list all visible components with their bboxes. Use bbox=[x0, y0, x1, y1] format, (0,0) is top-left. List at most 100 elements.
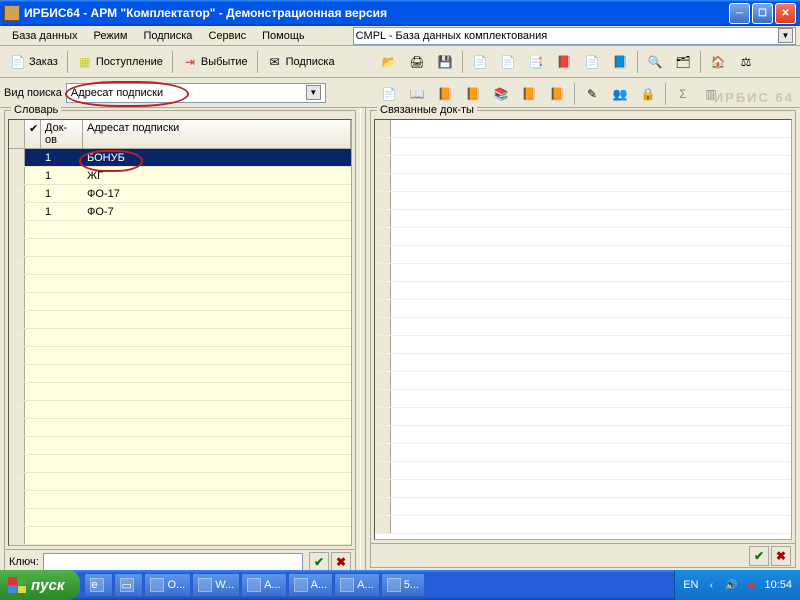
tool-edit[interactable]: ✎ bbox=[579, 82, 605, 106]
tool-balance[interactable]: ⚖ bbox=[733, 50, 759, 74]
table-row-empty[interactable] bbox=[9, 311, 351, 329]
table-row-empty[interactable] bbox=[375, 354, 791, 372]
dictionary-grid[interactable]: ✔ Док-ов Адресат подписки 1БОНУБ1ЖГ1ФО-1… bbox=[8, 119, 352, 546]
tool-view[interactable]: 🔍 bbox=[642, 50, 668, 74]
table-row-empty[interactable] bbox=[375, 210, 791, 228]
grid-body[interactable]: 1БОНУБ1ЖГ1ФО-171ФО-7 bbox=[9, 149, 351, 545]
key-input[interactable] bbox=[43, 553, 303, 571]
taskbar-app[interactable]: 5... bbox=[381, 573, 425, 597]
table-row-empty[interactable] bbox=[375, 156, 791, 174]
database-selector[interactable]: CMPL - База данных комплектования ▼ bbox=[353, 27, 796, 45]
table-row[interactable]: 1ФО-17 bbox=[9, 185, 351, 203]
tool-card[interactable]: 🗂 bbox=[670, 50, 696, 74]
right-accept-button[interactable]: ✔ bbox=[749, 546, 769, 566]
table-row-empty[interactable] bbox=[9, 419, 351, 437]
table-row-empty[interactable] bbox=[375, 318, 791, 336]
table-row-empty[interactable] bbox=[375, 192, 791, 210]
tray-shield-icon[interactable]: ◆ bbox=[744, 578, 758, 592]
tool-lock[interactable]: 🔒 bbox=[635, 82, 661, 106]
tool-sum[interactable]: Σ bbox=[670, 82, 696, 106]
menu-subscription[interactable]: Подписка bbox=[135, 28, 200, 44]
table-row-empty[interactable] bbox=[9, 473, 351, 491]
col-count[interactable]: Док-ов bbox=[41, 120, 83, 148]
tool-save[interactable]: 💾 bbox=[432, 50, 458, 74]
table-row-empty[interactable] bbox=[375, 174, 791, 192]
table-row-empty[interactable] bbox=[375, 408, 791, 426]
tool-print[interactable]: 🖨 bbox=[404, 50, 430, 74]
taskbar-app[interactable]: А... bbox=[241, 573, 287, 597]
col-name[interactable]: Адресат подписки bbox=[83, 120, 351, 148]
table-row-empty[interactable] bbox=[9, 527, 351, 545]
table-row-empty[interactable] bbox=[9, 221, 351, 239]
table-row-empty[interactable] bbox=[375, 282, 791, 300]
nav-b3[interactable]: 📚 bbox=[488, 82, 514, 106]
table-row-empty[interactable] bbox=[375, 516, 791, 534]
tab-arrival[interactable]: ▦ Поступление bbox=[72, 50, 168, 74]
table-row-empty[interactable] bbox=[375, 480, 791, 498]
minimize-button[interactable]: ─ bbox=[729, 3, 750, 24]
menu-database[interactable]: База данных bbox=[4, 28, 86, 44]
tool-doc4[interactable]: 📄 bbox=[579, 50, 605, 74]
table-row-empty[interactable] bbox=[375, 444, 791, 462]
tray-volume-icon[interactable]: 🔊 bbox=[724, 578, 738, 592]
tool-doc2[interactable]: 📄 bbox=[495, 50, 521, 74]
clock[interactable]: 10:54 bbox=[764, 579, 792, 591]
tool-home[interactable]: 🏠 bbox=[705, 50, 731, 74]
taskbar-app[interactable]: О... bbox=[144, 573, 191, 597]
table-row-empty[interactable] bbox=[9, 347, 351, 365]
table-row-empty[interactable] bbox=[9, 275, 351, 293]
key-cancel-button[interactable]: ✖ bbox=[331, 552, 351, 572]
table-row[interactable]: 1ФО-7 bbox=[9, 203, 351, 221]
table-row-empty[interactable] bbox=[9, 455, 351, 473]
related-docs-grid[interactable] bbox=[374, 119, 792, 540]
table-row-empty[interactable] bbox=[375, 462, 791, 480]
dropdown-icon[interactable]: ▼ bbox=[778, 28, 793, 43]
grid-body[interactable] bbox=[375, 120, 791, 539]
nav-b1[interactable]: 📙 bbox=[432, 82, 458, 106]
tool-users[interactable]: 👥 bbox=[607, 82, 633, 106]
table-row-empty[interactable] bbox=[9, 329, 351, 347]
table-row-empty[interactable] bbox=[375, 138, 791, 156]
table-row-empty[interactable] bbox=[9, 401, 351, 419]
table-row[interactable]: 1ЖГ bbox=[9, 167, 351, 185]
table-row-empty[interactable] bbox=[9, 437, 351, 455]
menu-mode[interactable]: Режим bbox=[86, 28, 136, 44]
tool-doc5[interactable]: 📘 bbox=[607, 50, 633, 74]
maximize-button[interactable]: ☐ bbox=[752, 3, 773, 24]
search-type-combo[interactable]: Адресат подписки ▼ bbox=[66, 83, 326, 103]
table-row-empty[interactable] bbox=[375, 120, 791, 138]
dropdown-icon[interactable]: ▼ bbox=[306, 85, 321, 100]
table-row-empty[interactable] bbox=[375, 246, 791, 264]
tool-chart[interactable]: ▥ bbox=[698, 82, 724, 106]
table-row-empty[interactable] bbox=[9, 239, 351, 257]
table-row[interactable]: 1БОНУБ bbox=[9, 149, 351, 167]
tool-open[interactable]: 📂 bbox=[376, 50, 402, 74]
close-button[interactable]: ✕ bbox=[775, 3, 796, 24]
table-row-empty[interactable] bbox=[375, 372, 791, 390]
tool-copy[interactable]: 📑 bbox=[523, 50, 549, 74]
table-row-empty[interactable] bbox=[375, 336, 791, 354]
tab-order[interactable]: 📄 Заказ bbox=[5, 50, 63, 74]
language-indicator[interactable]: EN bbox=[683, 579, 698, 591]
tab-subscription[interactable]: ✉ Подписка bbox=[262, 50, 340, 74]
table-row-empty[interactable] bbox=[375, 498, 791, 516]
tool-doc3[interactable]: 📕 bbox=[551, 50, 577, 74]
taskbar-app[interactable]: А... bbox=[334, 573, 380, 597]
quick-launch-desktop[interactable]: ▭ bbox=[114, 573, 143, 597]
table-row-empty[interactable] bbox=[9, 509, 351, 527]
tray-chevron-icon[interactable]: ‹ bbox=[704, 578, 718, 592]
menu-help[interactable]: Помощь bbox=[254, 28, 313, 44]
tool-doc1[interactable]: 📄 bbox=[467, 50, 493, 74]
nav-b2[interactable]: 📙 bbox=[460, 82, 486, 106]
nav-b4[interactable]: 📙 bbox=[516, 82, 542, 106]
right-cancel-button[interactable]: ✖ bbox=[771, 546, 791, 566]
table-row-empty[interactable] bbox=[375, 228, 791, 246]
table-row-empty[interactable] bbox=[375, 300, 791, 318]
nav-prev[interactable]: 📖 bbox=[404, 82, 430, 106]
table-row-empty[interactable] bbox=[375, 426, 791, 444]
table-row-empty[interactable] bbox=[9, 365, 351, 383]
taskbar-app[interactable]: А... bbox=[288, 573, 334, 597]
key-accept-button[interactable]: ✔ bbox=[309, 552, 329, 572]
taskbar-app[interactable]: W... bbox=[192, 573, 240, 597]
nav-b5[interactable]: 📙 bbox=[544, 82, 570, 106]
